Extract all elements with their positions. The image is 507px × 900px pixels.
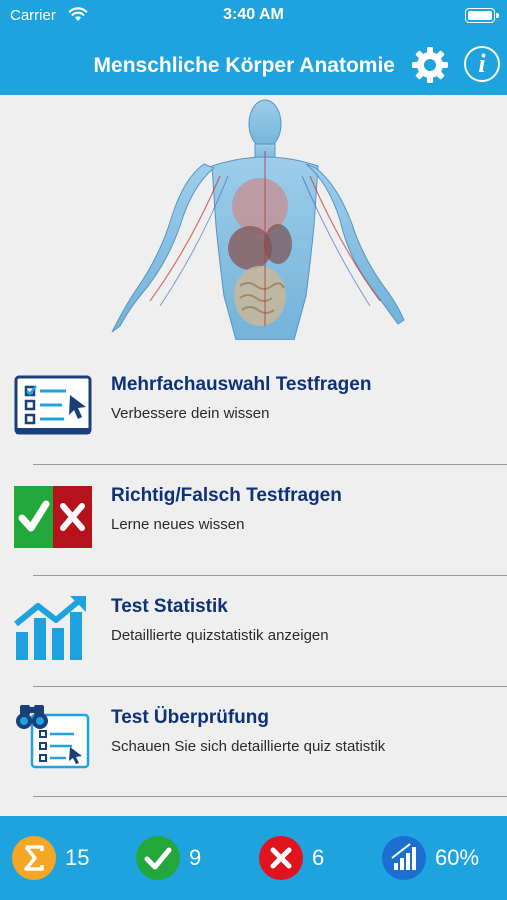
- menu-item-statistics[interactable]: Test Statistik Detaillierte quizstatisti…: [0, 576, 507, 686]
- stats-footer: 15 9 6 60%: [0, 816, 507, 900]
- menu-item-subtitle: Lerne neues wissen: [111, 516, 245, 533]
- multiple-choice-icon: [14, 375, 92, 435]
- stat-correct-value: 9: [189, 845, 202, 870]
- menu-item-title: Mehrfachauswahl Testfragen: [111, 374, 372, 395]
- page-title: Menschliche Körper Anatomie: [93, 54, 395, 77]
- signal-bars-icon: [382, 836, 426, 880]
- close-icon: [259, 836, 303, 880]
- sigma-icon: [12, 836, 56, 880]
- anatomy-image: [111, 99, 405, 340]
- statistics-chart-icon: [14, 596, 86, 660]
- menu-item-subtitle: Verbessere dein wissen: [111, 405, 270, 422]
- menu-item-title: Test Statistik: [111, 596, 228, 617]
- status-bar: Carrier 3:40 AM: [0, 0, 507, 32]
- stat-percent-value: 60%: [435, 845, 480, 870]
- divider: [33, 796, 507, 797]
- menu-item-title: Test Überprüfung: [111, 707, 269, 728]
- menu-item-true-false[interactable]: Richtig/Falsch Testfragen Lerne neues wi…: [0, 465, 507, 575]
- app-header: Carrier 3:40 AM Menschliche Körper Anato…: [0, 0, 507, 95]
- clock: 3:40 AM: [223, 6, 284, 23]
- menu-item-multiple-choice[interactable]: Mehrfachauswahl Testfragen Verbessere de…: [0, 350, 507, 460]
- true-false-icon: [14, 486, 92, 548]
- battery-icon: [465, 8, 499, 23]
- gear-icon[interactable]: [411, 46, 449, 84]
- review-binoculars-icon: [16, 705, 90, 769]
- stat-total-value: 15: [65, 845, 90, 870]
- info-icon[interactable]: i: [464, 46, 500, 82]
- menu-item-subtitle: Schauen Sie sich detaillierte quiz stati…: [111, 738, 386, 755]
- check-icon: [136, 836, 180, 880]
- menu-item-review[interactable]: Test Überprüfung Schauen Sie sich detail…: [0, 687, 507, 797]
- menu-item-subtitle: Detaillierte quizstatistik anzeigen: [111, 627, 329, 644]
- menu-item-title: Richtig/Falsch Testfragen: [111, 485, 342, 506]
- stat-wrong-value: 6: [312, 845, 325, 870]
